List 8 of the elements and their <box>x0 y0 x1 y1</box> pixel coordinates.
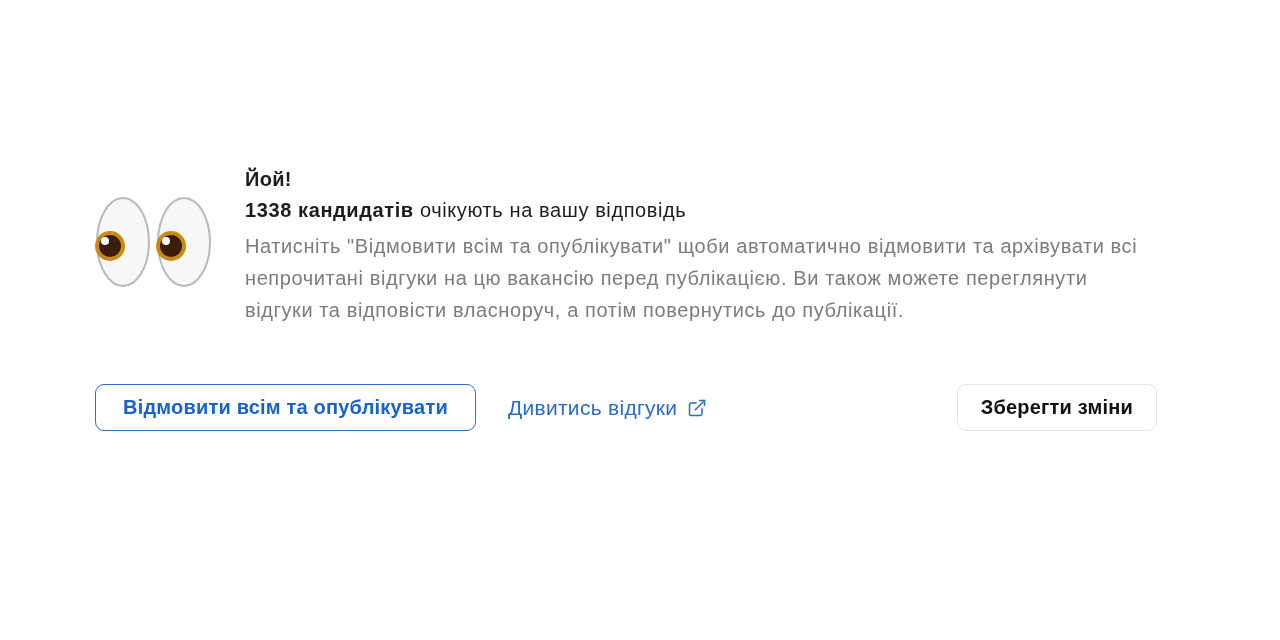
reject-all-and-publish-button[interactable]: Відмовити всім та опублікувати <box>95 384 476 431</box>
save-changes-button[interactable]: Зберегти зміни <box>956 384 1157 431</box>
view-responses-link[interactable]: Дивитись відгуки <box>507 395 708 420</box>
notice-description: Натисніть "Відмовити всім та опублікувати" щоби автоматично відмовити та архівувати всі непрочитані відгуки на цю вакансію перед публікацією. Ви також можете переглянути відгуки та відповісти власноруч, а потім повернутись до публікації. <box>245 234 1139 323</box>
notice-title: Йой! <box>245 166 293 192</box>
external-link-icon <box>687 397 708 418</box>
notice-subtitle: 1338 кандидатів очікують на вашу відповідь <box>245 198 688 223</box>
eyes-emoji-icon <box>95 196 213 288</box>
